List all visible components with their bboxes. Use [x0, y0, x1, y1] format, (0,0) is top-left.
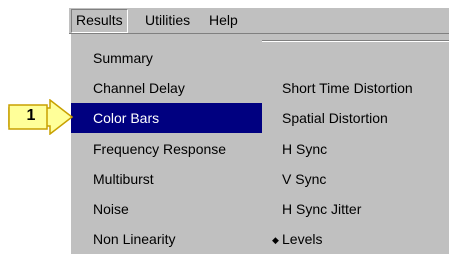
submenu-item-v-sync[interactable]: V Sync	[262, 164, 449, 194]
menu-item-channel-delay[interactable]: Channel Delay	[71, 73, 262, 103]
menu-item-summary[interactable]: Summary	[71, 43, 262, 73]
submenu-item-spatial-distortion[interactable]: Spatial Distortion	[262, 103, 449, 133]
menu-item-color-bars[interactable]: Color Bars	[71, 103, 262, 133]
menu-item-multiburst[interactable]: Multiburst	[71, 164, 262, 194]
submenu-item-short-time-distortion[interactable]: Short Time Distortion	[262, 73, 449, 103]
menu-item-noise[interactable]: Noise	[71, 194, 262, 224]
menu-item-frequency-response[interactable]: Frequency Response	[71, 134, 262, 164]
menu-results[interactable]: Results	[71, 9, 128, 33]
menu-utilities[interactable]: Utilities	[141, 8, 194, 33]
menu-help[interactable]: Help	[205, 8, 242, 33]
menu-bar: Results Utilities Help	[69, 7, 449, 34]
submenu-item-h-sync-jitter[interactable]: H Sync Jitter	[262, 194, 449, 224]
submenu-item-levels-label: Levels	[282, 231, 323, 247]
submenu-item-h-sync[interactable]: H Sync	[262, 134, 449, 164]
bullet-icon: ◆	[272, 235, 279, 246]
screenshot-stage: Results Utilities Help Summary Channel D…	[0, 0, 449, 254]
submenu-separator	[262, 40, 449, 42]
submenu-item-levels[interactable]: ◆ Levels	[262, 224, 449, 254]
callout-number: 1	[26, 107, 36, 124]
menu-item-non-linearity[interactable]: Non Linearity	[71, 224, 262, 254]
